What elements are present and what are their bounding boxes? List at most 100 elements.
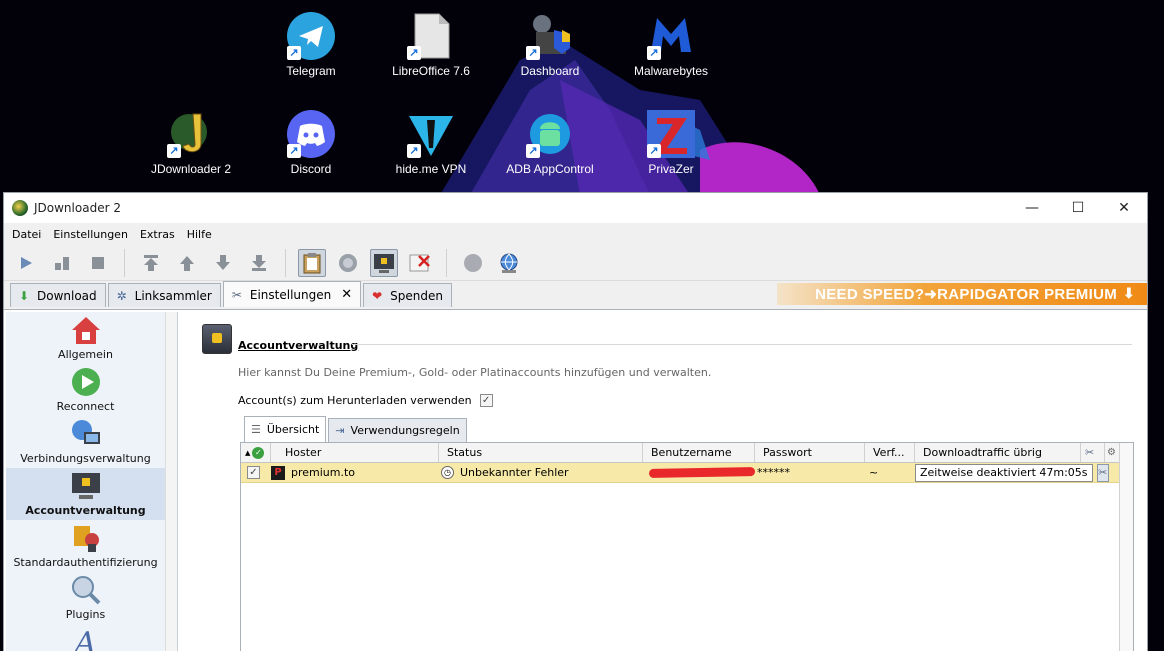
move-down-button[interactable]	[209, 249, 237, 277]
account-enabled-checkbox[interactable]: ✓	[247, 466, 260, 479]
tab-label: Linksammler	[134, 288, 212, 303]
move-bottom-button[interactable]	[245, 249, 273, 277]
panel-description: Hier kannst Du Deine Premium-, Gold- ode…	[238, 366, 712, 379]
desktop-icon-privazer[interactable]: ↗ PrivaZer	[621, 110, 721, 176]
close-button[interactable]: ✕	[1101, 193, 1147, 223]
sidebar-item-standardauthentifizierung[interactable]: Standardauthentifizierung	[6, 520, 177, 572]
desktop-icon-jdownloader[interactable]: ↗ JDownloader 2	[141, 110, 241, 176]
shortcut-arrow-icon: ↗	[647, 46, 661, 60]
tab-einstellungen[interactable]: ✂ Einstellungen ✕	[222, 281, 362, 307]
menu-datei[interactable]: Datei	[8, 228, 45, 241]
auto-reconnect-button[interactable]	[334, 249, 362, 277]
menu-einstellungen[interactable]: Einstellungen	[49, 228, 132, 241]
desktop-icon-libreoffice[interactable]: ↗ LibreOffice 7.6	[381, 12, 481, 78]
accounts-table: ▲ ✓ Hoster Status Benutzername Passwort …	[240, 442, 1134, 651]
plugins-icon	[70, 574, 102, 606]
column-status[interactable]: Status	[439, 443, 643, 462]
shortcut-arrow-icon: ↗	[407, 46, 421, 60]
premium-toggle-button[interactable]	[370, 248, 398, 277]
desktop-icon-dashboard[interactable]: ↗ Dashboard	[500, 12, 600, 78]
arrow-up-icon	[180, 255, 194, 271]
tab-spenden[interactable]: ❤ Spenden	[363, 283, 452, 307]
list-icon: ☰	[251, 423, 261, 436]
column-hoster[interactable]: Hoster	[271, 443, 439, 462]
account-actions-button[interactable]: ✂	[1096, 463, 1109, 482]
tab-linksammler[interactable]: ✲ Linksammler	[107, 283, 221, 307]
desktop-icon-label: Discord	[290, 162, 332, 176]
network-icon	[70, 418, 102, 450]
reconnect-now-button[interactable]	[459, 249, 487, 277]
subtab-uebersicht[interactable]: ☰ Übersicht	[244, 416, 327, 442]
toolbar-separator	[446, 248, 447, 277]
desktop-icon-telegram[interactable]: ↗ Telegram	[261, 12, 361, 78]
settings-content: Allgemein Reconnect Verbindungsverwaltun…	[4, 309, 1147, 651]
desktop-icon-label: Malwarebytes	[633, 64, 709, 78]
menu-bar: Datei Einstellungen Extras Hilfe	[4, 223, 1147, 245]
subtab-verwendungsregeln[interactable]: ⇥ Verwendungsregeln	[328, 418, 467, 442]
column-benutzername[interactable]: Benutzername	[643, 443, 755, 462]
sidebar-scrollbar[interactable]	[165, 312, 177, 651]
column-enabled[interactable]: ▲ ✓	[241, 443, 271, 462]
sidebar-item-plugins[interactable]: Plugins	[6, 572, 177, 624]
rapidgator-banner[interactable]: NEED SPEED?➜RAPIDGATOR PREMIUM ⬇	[777, 283, 1147, 305]
sidebar-item-more[interactable]: A	[6, 624, 177, 651]
shortcut-arrow-icon: ↗	[526, 144, 540, 158]
desktop-icon-adb[interactable]: ↗ ADB AppControl	[500, 110, 600, 176]
reconnect-now-icon	[464, 253, 482, 272]
move-up-button[interactable]	[173, 249, 201, 277]
menu-hilfe[interactable]: Hilfe	[183, 228, 216, 241]
start-downloads-button[interactable]	[12, 249, 40, 277]
minimize-button[interactable]: —	[1009, 193, 1055, 223]
pause-icon	[55, 256, 69, 270]
menu-extras[interactable]: Extras	[136, 228, 179, 241]
column-downloadtraffic[interactable]: Downloadtraffic übrig	[915, 443, 1081, 462]
dashboard-icon: ↗	[526, 12, 574, 60]
silent-mode-icon	[409, 254, 430, 271]
hoster-cell: premium.to	[291, 466, 356, 479]
sidebar-item-reconnect[interactable]: Reconnect	[6, 364, 177, 416]
tab-download[interactable]: ⬇ Download	[10, 283, 106, 307]
download-arrow-icon: ⬇	[18, 288, 30, 303]
desktop-icon-label: PrivaZer	[648, 162, 694, 176]
column-verfuegbar[interactable]: Verf...	[865, 443, 915, 462]
desktop-icon-malwarebytes[interactable]: ↗ Malwarebytes	[621, 12, 721, 78]
clipboard-icon	[303, 252, 321, 273]
arrow-down-icon	[216, 254, 230, 270]
desktop-icon-discord[interactable]: ↗ Discord	[261, 110, 361, 176]
premium-monitor-icon	[374, 253, 394, 273]
maximize-button[interactable]: ☐	[1055, 193, 1101, 223]
title-bar[interactable]: JDownloader 2 — ☐ ✕	[4, 193, 1147, 223]
sidebar-item-allgemein[interactable]: Allgemein	[6, 312, 177, 364]
silent-mode-button[interactable]	[406, 249, 434, 277]
table-header: ▲ ✓ Hoster Status Benutzername Passwort …	[241, 443, 1133, 463]
update-button[interactable]	[495, 249, 523, 277]
sidebar-item-label: Reconnect	[56, 400, 115, 413]
toolbar	[4, 245, 1147, 281]
desktop-icon-label: hide.me VPN	[395, 162, 467, 176]
arrow-top-icon	[144, 254, 158, 271]
desktop-icon-label: Dashboard	[520, 64, 580, 78]
stop-icon	[92, 256, 104, 269]
premium-to-icon: P	[271, 465, 285, 480]
desktop-icon-hideme[interactable]: ↗ hide.me VPN	[381, 110, 481, 176]
column-passwort[interactable]: Passwort	[755, 443, 865, 462]
download-banner-icon: ⬇	[1123, 285, 1136, 301]
move-top-button[interactable]	[137, 249, 165, 277]
verf-cell: ~	[869, 466, 879, 479]
sidebar-item-accountverwaltung[interactable]: Accountverwaltung	[6, 468, 177, 520]
settings-sidebar: Allgemein Reconnect Verbindungsverwaltun…	[6, 312, 178, 651]
use-accounts-checkbox[interactable]: ✓	[479, 394, 493, 407]
heart-icon: ❤	[372, 288, 383, 303]
sidebar-item-label: Accountverwaltung	[25, 504, 146, 517]
pause-downloads-button[interactable]	[48, 249, 76, 277]
table-row[interactable]: ✓ P premium.to ◷ Unbekannter Fehler ****…	[241, 463, 1133, 483]
gear-icon: ⚙	[1107, 447, 1116, 458]
tab-close-icon[interactable]: ✕	[341, 287, 352, 302]
tab-label: Spenden	[390, 288, 443, 303]
clipboard-observer-button[interactable]	[298, 248, 326, 277]
sidebar-item-verbindungsverwaltung[interactable]: Verbindungsverwaltung	[6, 416, 177, 468]
stop-downloads-button[interactable]	[84, 249, 112, 277]
house-icon	[70, 314, 102, 346]
column-actions[interactable]: ✂	[1081, 443, 1105, 462]
table-scrollbar[interactable]	[1119, 443, 1133, 651]
